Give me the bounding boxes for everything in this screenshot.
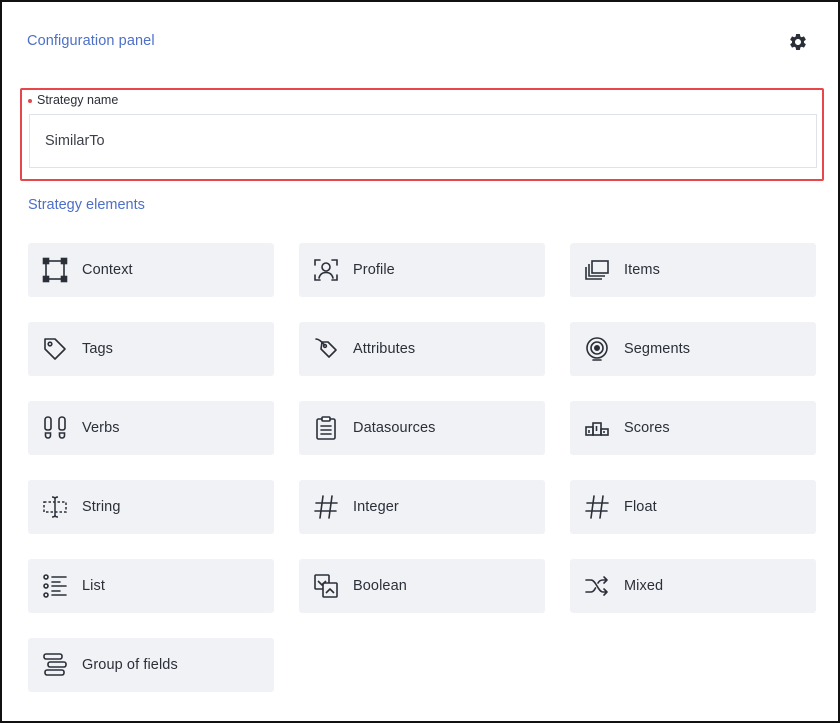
boolean-icon — [313, 573, 339, 599]
element-label: Scores — [624, 420, 670, 436]
strategy-name-input[interactable] — [29, 114, 817, 168]
attributes-icon — [313, 336, 339, 362]
list-icon — [42, 573, 68, 599]
element-label: Items — [624, 262, 660, 278]
gear-icon[interactable] — [788, 32, 808, 52]
element-tile-float[interactable]: Float — [570, 480, 816, 534]
element-label: Profile — [353, 262, 395, 278]
element-tile-profile[interactable]: Profile — [299, 243, 545, 297]
element-label: Tags — [82, 341, 114, 357]
element-tile-verbs[interactable]: Verbs — [28, 401, 274, 455]
element-tile-boolean[interactable]: Boolean — [299, 559, 545, 613]
element-tile-context[interactable]: Context — [28, 243, 274, 297]
shuffle-icon — [584, 573, 610, 599]
element-label: Mixed — [624, 578, 664, 594]
hash-icon — [584, 494, 610, 520]
element-label: Datasources — [353, 420, 436, 436]
element-tile-segments[interactable]: Segments — [570, 322, 816, 376]
configuration-panel: Configuration panel Strategy name Strate… — [0, 0, 840, 723]
element-tile-datasources[interactable]: Datasources — [299, 401, 545, 455]
element-label: Integer — [353, 499, 399, 515]
profile-icon — [313, 257, 339, 283]
strategy-name-field-group: Strategy name — [20, 88, 824, 181]
required-indicator — [28, 99, 32, 103]
element-label: Verbs — [82, 420, 120, 436]
clipboard-icon — [313, 415, 339, 441]
hash-icon — [313, 494, 339, 520]
tag-icon — [42, 336, 68, 362]
element-label: Context — [82, 262, 133, 278]
element-label: String — [82, 499, 121, 515]
segments-icon — [584, 336, 610, 362]
element-tile-tags[interactable]: Tags — [28, 322, 274, 376]
element-tile-string[interactable]: String — [28, 480, 274, 534]
podium-icon — [584, 415, 610, 441]
element-label: Attributes — [353, 341, 416, 357]
text-cursor-icon — [42, 494, 68, 520]
element-tile-integer[interactable]: Integer — [299, 480, 545, 534]
strategy-name-label: Strategy name — [37, 93, 119, 107]
element-tile-list[interactable]: List — [28, 559, 274, 613]
element-tile-group-of-fields[interactable]: Group of fields — [28, 638, 274, 692]
context-icon — [42, 257, 68, 283]
group-fields-icon — [42, 652, 68, 678]
element-tile-scores[interactable]: Scores — [570, 401, 816, 455]
element-label: Segments — [624, 341, 691, 357]
element-label: Boolean — [353, 578, 407, 594]
items-icon — [584, 257, 610, 283]
element-tile-attributes[interactable]: Attributes — [299, 322, 545, 376]
element-tile-mixed[interactable]: Mixed — [570, 559, 816, 613]
footprints-icon — [42, 415, 68, 441]
element-label: Float — [624, 499, 657, 515]
element-label: Group of fields — [82, 657, 178, 673]
element-label: List — [82, 578, 105, 594]
strategy-elements-title: Strategy elements — [28, 197, 145, 213]
strategy-elements-grid: Context Profile Items Tags Attributes Se… — [28, 243, 816, 692]
element-tile-items[interactable]: Items — [570, 243, 816, 297]
panel-title: Configuration panel — [27, 33, 155, 49]
